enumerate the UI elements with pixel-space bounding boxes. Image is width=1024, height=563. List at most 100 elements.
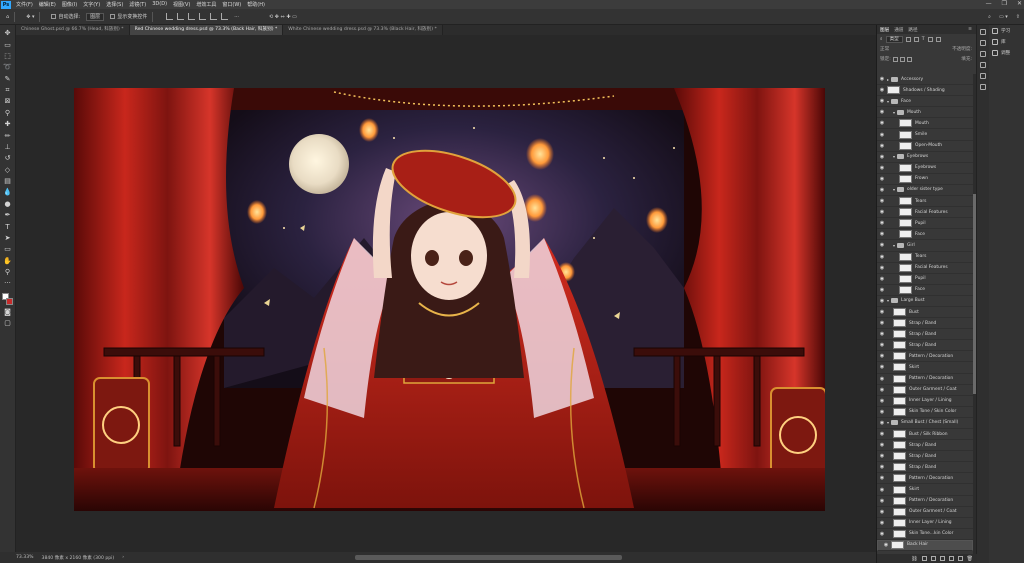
zoom-level[interactable]: 73.33% xyxy=(16,555,34,560)
menu-item[interactable]: 选择(S) xyxy=(103,1,126,8)
hand-tool-icon[interactable]: ✋ xyxy=(3,257,13,266)
menu-item[interactable]: 滤镜(T) xyxy=(126,1,149,8)
layer-row[interactable]: ◉ Pattern / Decoration xyxy=(877,473,973,485)
screen-mode-icon[interactable]: ▢ xyxy=(3,319,13,328)
visibility-eye-icon[interactable]: ◉ xyxy=(877,231,887,237)
new-group-icon[interactable] xyxy=(948,556,954,561)
filter-shape-icon[interactable] xyxy=(927,36,933,42)
move-tool-icon[interactable]: ✥ xyxy=(3,29,13,38)
layer-row[interactable]: ◉ Inner Layer / Lining xyxy=(877,518,973,529)
layer-group-row[interactable]: ◉ ▾ Face xyxy=(877,96,973,108)
visibility-eye-icon[interactable]: ◉ xyxy=(877,176,887,182)
quick-select-tool-icon[interactable]: ✎ xyxy=(3,75,13,84)
layer-group-row[interactable]: ◉ ▾ Girl xyxy=(877,240,973,252)
panel-menu-icon[interactable]: ≡ xyxy=(968,27,972,32)
visibility-eye-icon[interactable]: ◉ xyxy=(877,453,887,459)
zoom-tool-icon[interactable]: ⚲ xyxy=(3,268,13,277)
paragraph-icon[interactable] xyxy=(980,84,986,90)
visibility-eye-icon[interactable]: ◉ xyxy=(877,464,887,470)
layer-row[interactable]: ◉ Bust / Silk Ribbon xyxy=(877,429,973,441)
layer-row[interactable]: ◉ Outer Garment / Coat xyxy=(877,385,973,396)
tab-paths[interactable]: 路径 xyxy=(908,27,917,33)
pen-tool-icon[interactable]: ✒ xyxy=(3,211,13,220)
type-tool-icon[interactable]: T xyxy=(3,223,13,232)
menu-item[interactable]: 编辑(E) xyxy=(36,1,59,8)
menu-item[interactable]: 图像(I) xyxy=(59,1,80,8)
libraries-panel-button[interactable]: 库 xyxy=(989,36,1024,47)
layer-row[interactable]: ◉ Skin Tone...kin Color xyxy=(877,529,973,540)
visibility-eye-icon[interactable]: ◉ xyxy=(877,76,887,82)
layer-row[interactable]: ◉ Strap / Band xyxy=(877,318,973,330)
artboard-tool-icon[interactable]: ▭ xyxy=(3,41,13,50)
visibility-eye-icon[interactable]: ◉ xyxy=(877,342,887,348)
expand-arrow-icon[interactable]: ▾ xyxy=(887,420,889,425)
layer-row[interactable]: ◉ Tears xyxy=(877,196,973,208)
layer-row[interactable]: ◉ Bust xyxy=(877,307,973,319)
visibility-eye-icon[interactable]: ◉ xyxy=(877,187,887,193)
document-info[interactable]: 3840 像素 x 2160 像素 (300 ppi) xyxy=(42,555,115,561)
visibility-eye-icon[interactable]: ◉ xyxy=(877,409,887,415)
layer-row[interactable]: ◉ Pupil xyxy=(877,274,973,285)
maximize-button[interactable]: ❐ xyxy=(1002,0,1007,7)
layer-row[interactable]: ◉ Strap / Band xyxy=(877,462,973,474)
auto-select-dropdown[interactable]: 图层 xyxy=(86,12,105,21)
learn-panel-button[interactable]: 学习 xyxy=(989,25,1024,36)
filter-pixel-icon[interactable] xyxy=(905,36,911,42)
visibility-eye-icon[interactable]: ◉ xyxy=(877,298,887,304)
info-icon[interactable] xyxy=(980,62,986,68)
layers-scroll-thumb[interactable] xyxy=(973,194,976,394)
opacity-label[interactable]: 不透明度: xyxy=(952,46,972,52)
visibility-eye-icon[interactable]: ◉ xyxy=(877,353,887,359)
gradient-tool-icon[interactable]: ▤ xyxy=(3,177,13,186)
stamp-tool-icon[interactable]: ⊥ xyxy=(3,143,13,152)
history-icon[interactable] xyxy=(980,29,986,35)
lasso-tool-icon[interactable]: ➰ xyxy=(3,63,13,72)
more-tools-icon[interactable]: ··· xyxy=(3,279,13,288)
visibility-eye-icon[interactable]: ◉ xyxy=(877,265,887,271)
minimize-button[interactable]: — xyxy=(986,0,992,7)
tab-document-2[interactable]: Red Chinese wedding dress.psd @ 73.3% (B… xyxy=(129,25,284,35)
color-swatches[interactable] xyxy=(1,292,14,307)
home-icon[interactable]: ⌂ xyxy=(6,14,9,20)
brush-tool-icon[interactable]: ✏ xyxy=(3,132,13,141)
visibility-eye-icon[interactable]: ◉ xyxy=(877,520,887,526)
fill-label[interactable]: 填充: xyxy=(961,56,972,62)
expand-arrow-icon[interactable]: ▸ xyxy=(887,77,889,82)
filter-adjust-icon[interactable] xyxy=(913,36,919,42)
visibility-eye-icon[interactable]: ◉ xyxy=(877,276,887,282)
menu-item[interactable]: 文字(Y) xyxy=(80,1,103,8)
visibility-eye-icon[interactable]: ◉ xyxy=(877,498,887,504)
expand-arrow-icon[interactable]: ▾ xyxy=(887,298,889,303)
layer-row[interactable]: ◉ Skin Tone / Skin Color xyxy=(877,407,973,418)
visibility-eye-icon[interactable]: ◉ xyxy=(877,287,887,293)
visibility-eye-icon[interactable]: ◉ xyxy=(877,475,887,481)
layer-row[interactable]: ◉ Mouth xyxy=(877,118,973,130)
visibility-eye-icon[interactable]: ◉ xyxy=(877,154,887,160)
visibility-eye-icon[interactable]: ◉ xyxy=(877,109,887,115)
menu-item[interactable]: 3D(D) xyxy=(149,1,170,8)
horizontal-scrollbar[interactable] xyxy=(355,555,622,560)
visibility-eye-icon[interactable]: ◉ xyxy=(877,398,887,404)
visibility-eye-icon[interactable]: ◉ xyxy=(877,120,887,126)
menu-item[interactable]: 窗口(W) xyxy=(219,1,244,8)
visibility-eye-icon[interactable]: ◉ xyxy=(877,442,887,448)
status-arrow-icon[interactable]: › xyxy=(122,555,124,560)
layer-group-row[interactable]: ◉ ▾ older sister type xyxy=(877,185,973,197)
visibility-eye-icon[interactable]: ◉ xyxy=(877,209,887,215)
align-icons[interactable]: ··· xyxy=(164,13,239,20)
layer-group-row[interactable]: ◉ ▾ Large Bust xyxy=(877,296,973,307)
blend-mode-dropdown[interactable]: 正常 xyxy=(880,46,889,52)
visibility-eye-icon[interactable]: ◉ xyxy=(877,165,887,171)
path-select-icon[interactable]: ➤ xyxy=(3,234,13,243)
share-icon[interactable]: ⇪ xyxy=(1016,14,1020,20)
visibility-eye-icon[interactable]: ◉ xyxy=(877,309,887,315)
layers-scrollbar[interactable] xyxy=(973,74,976,554)
tab-layers[interactable]: 图层 xyxy=(880,27,889,33)
eraser-tool-icon[interactable]: ◇ xyxy=(3,166,13,175)
add-mask-icon[interactable] xyxy=(930,556,936,561)
expand-arrow-icon[interactable]: ▾ xyxy=(893,187,895,192)
menu-item[interactable]: 视图(V) xyxy=(170,1,193,8)
fx-icon[interactable] xyxy=(921,556,927,561)
layer-row[interactable]: ◉ Skirt xyxy=(877,484,973,496)
layer-row[interactable]: ◉ Pattern / Decoration xyxy=(877,496,973,507)
